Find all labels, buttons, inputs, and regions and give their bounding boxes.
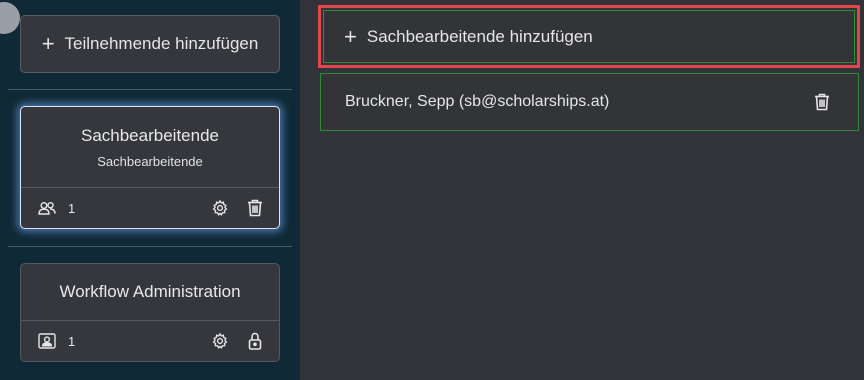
contact-card-icon — [38, 333, 56, 349]
gear-icon[interactable] — [210, 198, 230, 218]
card-header: Sachbearbeitende Sachbearbeitende — [21, 107, 279, 188]
card-subtitle: Sachbearbeitende — [97, 153, 203, 169]
add-participants-label: Teilnehmende hinzufügen — [64, 34, 259, 53]
users-icon — [38, 201, 56, 215]
gear-icon[interactable] — [210, 331, 230, 351]
card-title: Workflow Administration — [59, 282, 241, 301]
card-footer: 1 — [21, 188, 279, 228]
lock-icon[interactable] — [245, 331, 265, 351]
add-case-workers-button[interactable]: + Sachbearbeitende hinzufügen — [318, 5, 860, 68]
card-title: Sachbearbeitende — [80, 125, 219, 145]
divider — [8, 246, 292, 247]
add-participants-button[interactable]: + Teilnehmende hinzufügen — [20, 15, 280, 73]
trash-icon[interactable] — [245, 198, 265, 218]
card-footer: 1 — [21, 321, 279, 361]
avatar[interactable] — [0, 2, 20, 34]
divider — [8, 89, 292, 90]
card-header: Workflow Administration — [21, 264, 279, 321]
plus-icon: + — [344, 23, 357, 49]
member-count: 1 — [68, 200, 76, 216]
member-count: 1 — [68, 333, 76, 349]
plus-icon: + — [41, 31, 55, 56]
group-card-sachbearbeitende[interactable]: Sachbearbeitende Sachbearbeitende 1 — [20, 106, 280, 229]
member-name: Bruckner, Sepp (sb@scholarships.at) — [345, 93, 610, 110]
add-case-workers-inner: + Sachbearbeitende hinzufügen — [323, 10, 855, 63]
add-case-workers-label: Sachbearbeitende hinzufügen — [366, 26, 593, 46]
group-card-workflow-administration[interactable]: Workflow Administration 1 — [20, 263, 280, 362]
trash-icon[interactable] — [812, 92, 832, 112]
sidebar: + Teilnehmende hinzufügen Sachbearbeiten… — [0, 0, 300, 380]
list-item: Bruckner, Sepp (sb@scholarships.at) — [320, 73, 859, 131]
